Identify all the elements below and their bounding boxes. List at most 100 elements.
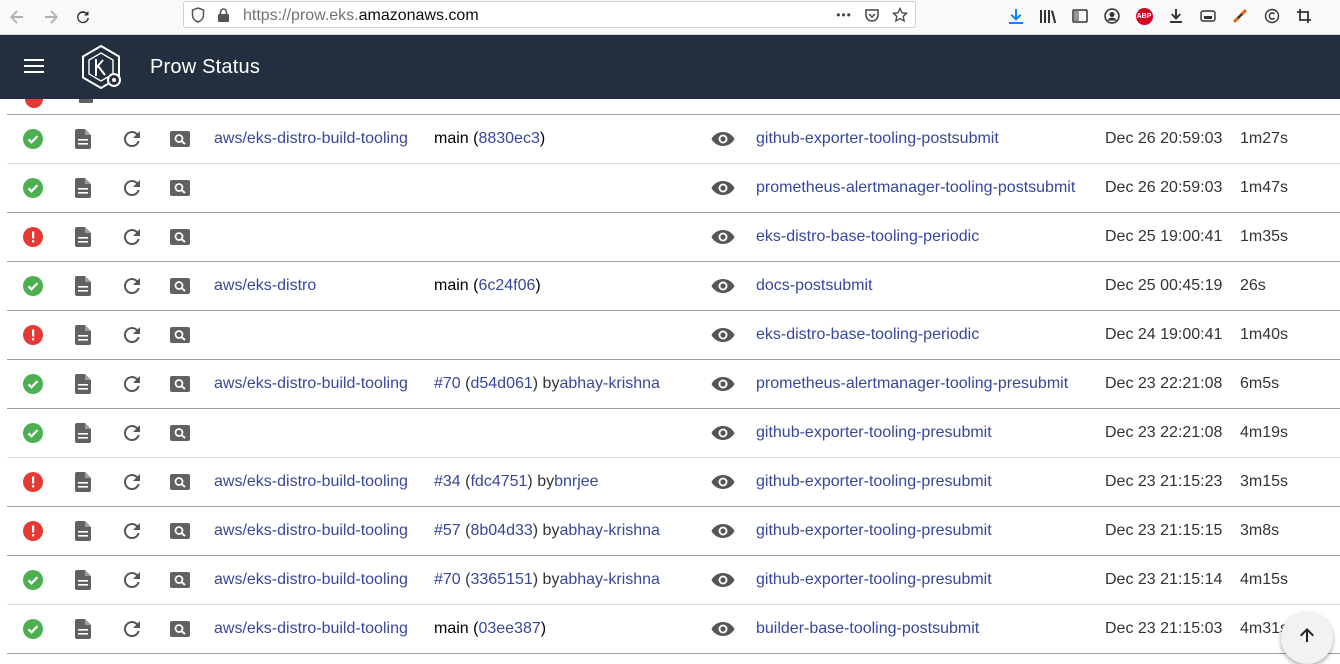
job-name-link[interactable]: prometheus-alertmanager-tooling-postsubm… bbox=[756, 179, 1075, 197]
commit-link[interactable]: 3365151 bbox=[470, 571, 532, 589]
job-history-eye-icon[interactable] bbox=[711, 164, 737, 212]
back-button[interactable] bbox=[4, 5, 30, 29]
job-name-link[interactable]: eks-distro-base-tooling-periodic bbox=[756, 228, 979, 246]
prow-logo-icon[interactable] bbox=[78, 44, 124, 90]
pr-link[interactable]: #57 bbox=[434, 522, 461, 540]
rerun-icon[interactable] bbox=[123, 409, 147, 457]
build-log-icon[interactable] bbox=[79, 99, 93, 103]
commit-link[interactable]: d54d061 bbox=[470, 375, 532, 393]
tracking-protection-shield-icon[interactable] bbox=[191, 7, 205, 23]
rerun-icon[interactable] bbox=[123, 164, 147, 212]
spyglass-icon[interactable] bbox=[170, 311, 196, 359]
link-extension-icon[interactable] bbox=[1229, 5, 1251, 27]
spyglass-icon[interactable] bbox=[170, 458, 196, 506]
spyglass-icon[interactable] bbox=[170, 409, 196, 457]
rerun-icon[interactable] bbox=[123, 360, 147, 408]
rerun-icon[interactable] bbox=[123, 458, 147, 506]
reload-button[interactable] bbox=[70, 5, 96, 29]
account-icon[interactable] bbox=[1101, 5, 1123, 27]
job-name-link[interactable]: eks-distro-base-tooling-periodic bbox=[756, 326, 979, 344]
pr-link[interactable]: #70 bbox=[434, 375, 461, 393]
job-history-eye-icon[interactable] bbox=[711, 262, 737, 310]
repo-link[interactable]: aws/eks-distro-build-tooling bbox=[214, 130, 408, 148]
job-history-eye-icon[interactable] bbox=[711, 605, 737, 653]
spyglass-icon[interactable] bbox=[170, 507, 196, 555]
spyglass-icon[interactable] bbox=[170, 262, 196, 310]
build-log-icon[interactable] bbox=[75, 605, 99, 653]
pr-link[interactable]: #70 bbox=[434, 571, 461, 589]
rerun-icon[interactable] bbox=[123, 507, 147, 555]
build-log-icon[interactable] bbox=[75, 311, 99, 359]
rerun-icon[interactable] bbox=[123, 556, 147, 604]
job-history-eye-icon[interactable] bbox=[711, 360, 737, 408]
spyglass-icon[interactable] bbox=[170, 360, 196, 408]
repo-link[interactable]: aws/eks-distro-build-tooling bbox=[214, 620, 408, 638]
spyglass-icon[interactable] bbox=[170, 556, 196, 604]
job-name-link[interactable]: github-exporter-tooling-presubmit bbox=[756, 424, 992, 442]
sidebar-icon[interactable] bbox=[1069, 5, 1091, 27]
build-log-icon[interactable] bbox=[75, 262, 99, 310]
job-name-link[interactable]: github-exporter-tooling-presubmit bbox=[756, 571, 992, 589]
build-log-icon[interactable] bbox=[75, 164, 99, 212]
author-link[interactable]: bnrjee bbox=[554, 473, 598, 491]
page-actions-menu-icon[interactable]: ••• bbox=[835, 6, 853, 24]
spyglass-icon[interactable] bbox=[170, 115, 196, 163]
rerun-icon[interactable] bbox=[123, 115, 147, 163]
commit-link[interactable]: 03ee387 bbox=[478, 620, 540, 638]
bookmark-star-icon[interactable] bbox=[891, 6, 909, 24]
job-history-eye-icon[interactable] bbox=[711, 115, 737, 163]
build-log-icon[interactable] bbox=[75, 556, 99, 604]
repo-link[interactable]: aws/eks-distro-build-tooling bbox=[214, 375, 408, 393]
build-log-icon[interactable] bbox=[75, 213, 99, 261]
job-name-link[interactable]: github-exporter-tooling-presubmit bbox=[756, 473, 992, 491]
commit-link[interactable]: 8830ec3 bbox=[478, 130, 539, 148]
download-extension-icon[interactable] bbox=[1165, 5, 1187, 27]
author-link[interactable]: abhay-krishna bbox=[559, 375, 660, 393]
secure-lock-icon[interactable] bbox=[217, 7, 230, 23]
job-history-eye-icon[interactable] bbox=[711, 458, 737, 506]
repo-link[interactable]: aws/eks-distro-build-tooling bbox=[214, 571, 408, 589]
rerun-icon[interactable] bbox=[123, 605, 147, 653]
commit-link[interactable]: fdc4751 bbox=[470, 473, 527, 491]
author-link[interactable]: abhay-krishna bbox=[559, 571, 660, 589]
rerun-icon[interactable] bbox=[123, 262, 147, 310]
build-log-icon[interactable] bbox=[75, 458, 99, 506]
build-log-icon[interactable] bbox=[75, 360, 99, 408]
url-text[interactable]: https://prow.eks.amazonaws.com bbox=[243, 7, 479, 25]
author-link[interactable]: abhay-krishna bbox=[559, 522, 660, 540]
rerun-icon[interactable] bbox=[123, 213, 147, 261]
pocket-icon[interactable] bbox=[863, 6, 881, 24]
job-history-eye-icon[interactable] bbox=[711, 507, 737, 555]
crop-screenshot-icon[interactable] bbox=[1293, 5, 1315, 27]
copyright-extension-icon[interactable] bbox=[1261, 5, 1283, 27]
job-history-eye-icon[interactable] bbox=[711, 213, 737, 261]
pr-link[interactable]: #34 bbox=[434, 473, 461, 491]
job-name-link[interactable]: builder-base-tooling-postsubmit bbox=[756, 620, 979, 638]
spyglass-icon[interactable] bbox=[170, 164, 196, 212]
job-name-link[interactable]: github-exporter-tooling-postsubmit bbox=[756, 130, 999, 148]
adblock-plus-icon[interactable]: ABP bbox=[1133, 5, 1155, 27]
hamburger-menu-icon[interactable] bbox=[22, 55, 46, 79]
url-bar[interactable]: https://prow.eks.amazonaws.com ••• bbox=[183, 1, 916, 28]
repo-link[interactable]: aws/eks-distro bbox=[214, 277, 316, 295]
commit-link[interactable]: 8b04d33 bbox=[470, 522, 532, 540]
forward-button[interactable] bbox=[38, 5, 64, 29]
repo-link[interactable]: aws/eks-distro-build-tooling bbox=[214, 473, 408, 491]
job-history-eye-icon[interactable] bbox=[711, 311, 737, 359]
spyglass-icon[interactable] bbox=[170, 605, 196, 653]
scroll-to-top-button[interactable] bbox=[1281, 612, 1333, 664]
job-history-eye-icon[interactable] bbox=[711, 556, 737, 604]
build-log-icon[interactable] bbox=[75, 409, 99, 457]
spyglass-icon[interactable] bbox=[170, 213, 196, 261]
commit-link[interactable]: 6c24f06 bbox=[478, 277, 535, 295]
job-name-link[interactable]: github-exporter-tooling-presubmit bbox=[756, 522, 992, 540]
repo-link[interactable]: aws/eks-distro-build-tooling bbox=[214, 522, 408, 540]
job-history-eye-icon[interactable] bbox=[711, 409, 737, 457]
build-log-icon[interactable] bbox=[75, 507, 99, 555]
build-log-icon[interactable] bbox=[75, 115, 99, 163]
library-icon[interactable] bbox=[1037, 5, 1059, 27]
container-tabs-icon[interactable] bbox=[1197, 5, 1219, 27]
rerun-icon[interactable] bbox=[123, 311, 147, 359]
downloads-icon[interactable] bbox=[1005, 5, 1027, 27]
job-name-link[interactable]: docs-postsubmit bbox=[756, 277, 873, 295]
